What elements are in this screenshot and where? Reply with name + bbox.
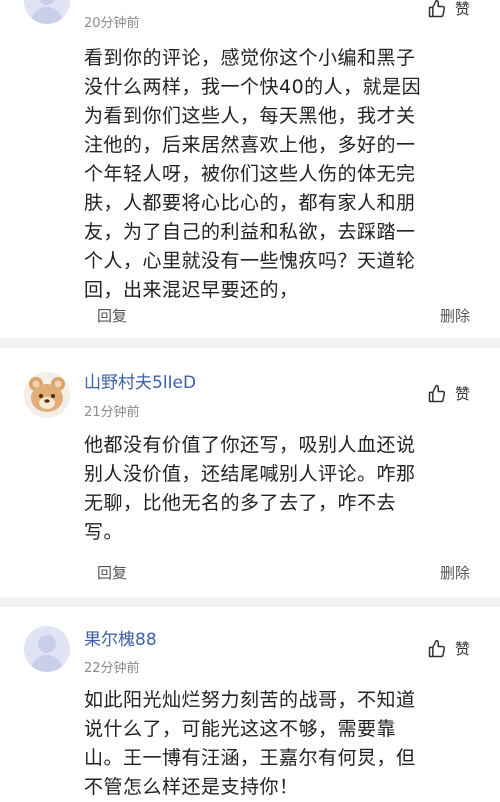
comment-time: 20分钟前	[84, 16, 140, 31]
comment-line: 无聊，比他无名的多了去了，咋不去	[84, 492, 397, 514]
bear-avatar-icon	[29, 377, 65, 412]
like-label: 赞	[454, 0, 470, 18]
like-label: 赞	[454, 640, 470, 658]
comment-line: 如此阳光灿烂努力刻苦的战哥，不知道	[84, 689, 416, 711]
comment-line: 说什么了，可能光这这不够，需要靠	[84, 718, 397, 740]
comment-line: 没什么两样，我一个快40的人，就是因	[84, 76, 422, 98]
like-button[interactable]: 赞	[427, 0, 470, 19]
avatar[interactable]	[24, 372, 70, 418]
comment-line: 写。	[84, 521, 124, 543]
thumbs-up-icon	[428, 384, 446, 402]
comment-body: 如此阳光灿烂努力刻苦的战哥，不知道 说什么了，可能光这这不够，需要靠 山。王一博…	[84, 686, 479, 802]
comment-line: 他都没有价值了你还写，吸别人血还说	[84, 434, 416, 456]
avatar[interactable]	[24, 0, 70, 24]
comment-body: 看到你的评论，感觉你这个小编和黑子 没什么两样，我一个快40的人，就是因 为看到…	[84, 44, 479, 305]
comment-line: 肤，人都要将心比心的，都有家人和朋	[84, 192, 416, 214]
comment-line: 友，为了自己的利益和私欲，去踩踏一	[84, 221, 416, 243]
like-button[interactable]: 赞	[427, 383, 470, 404]
comment-line: 别人没价值，还结尾喊别人评论。咋那	[84, 463, 416, 485]
reply-button[interactable]: 回复	[97, 562, 127, 583]
like-label: 赞	[454, 385, 470, 403]
like-button[interactable]: 赞	[427, 638, 470, 659]
comment-line: 注他的，后来居然喜欢上他，多好的一	[84, 134, 416, 156]
comment-line: 为看到你们这些人，每天黑他，我才关	[84, 105, 416, 127]
comment-time: 22分钟前	[84, 661, 140, 676]
comment-line: 个人，心里就没有一些愧疚吗？天道轮	[84, 250, 416, 272]
divider	[0, 597, 500, 607]
reply-button[interactable]: 回复	[97, 305, 127, 326]
comment-line: 个年轻人呀，被你们这些人伤的体无完	[84, 163, 416, 185]
comment-username[interactable]: 果尔槐88	[84, 625, 157, 650]
comment-username[interactable]: 山野村夫5lIeD	[84, 368, 196, 393]
comment-body: 他都没有价值了你还写，吸别人血还说 别人没价值，还结尾喊别人评论。咋那 无聊，比…	[84, 431, 479, 547]
thumbs-up-icon	[428, 639, 446, 657]
comment-line: 不管怎么样还是支持你！	[84, 776, 299, 798]
divider	[0, 338, 500, 348]
delete-button[interactable]: 删除	[440, 562, 470, 583]
delete-button[interactable]: 删除	[440, 305, 470, 326]
comment-line: 回，出来混迟早要还的，	[84, 279, 299, 301]
comment-line: 看到你的评论，感觉你这个小编和黑子	[84, 47, 416, 69]
comment-line: 山。王一博有汪涵，王嘉尔有何炅，但	[84, 747, 416, 769]
avatar[interactable]	[24, 626, 70, 672]
comment-time: 21分钟前	[84, 405, 140, 420]
thumbs-up-icon	[428, 0, 446, 17]
